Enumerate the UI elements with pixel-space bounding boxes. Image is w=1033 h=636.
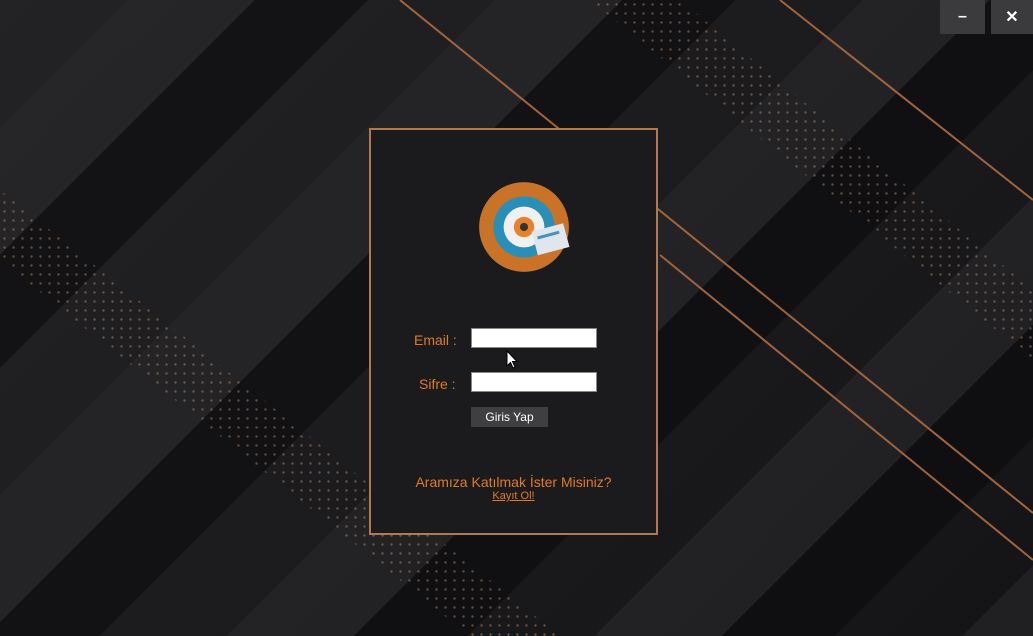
password-input[interactable] bbox=[471, 372, 597, 392]
email-input[interactable] bbox=[471, 328, 597, 348]
login-panel: Email : Sifre : Giris Yap Aramıza Katılm… bbox=[369, 128, 658, 535]
minimize-button[interactable]: – bbox=[940, 0, 985, 34]
signup-prompt: Aramıza Katılmak İster Misiniz? bbox=[415, 474, 612, 490]
mouse-cursor-icon bbox=[506, 350, 518, 369]
signup-link[interactable]: Kayıt Ol! bbox=[371, 490, 656, 502]
login-button[interactable]: Giris Yap bbox=[471, 407, 548, 427]
email-label: Email : bbox=[414, 332, 457, 348]
close-button[interactable]: ✕ bbox=[991, 0, 1033, 34]
app-logo bbox=[479, 182, 570, 272]
password-label: Sifre : bbox=[419, 376, 456, 392]
